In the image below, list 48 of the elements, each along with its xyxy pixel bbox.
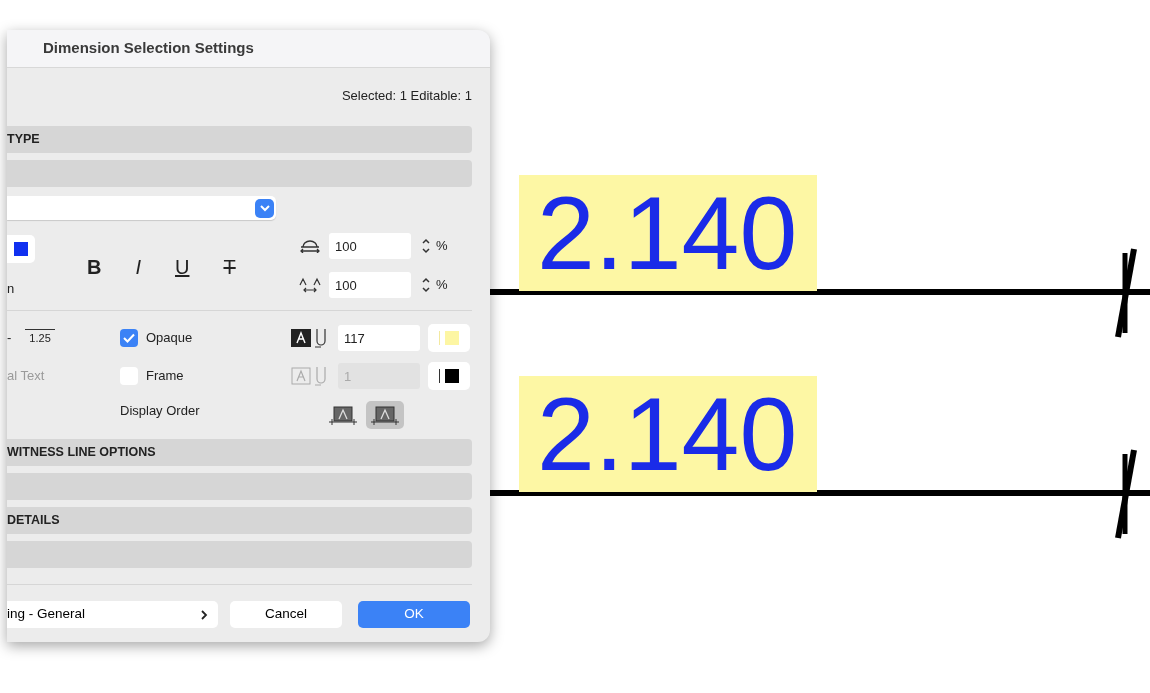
text-box-icon <box>291 329 311 347</box>
cut-label: n <box>7 280 16 298</box>
unit-label: % <box>436 237 448 256</box>
margin-icon <box>315 328 327 348</box>
section-header[interactable]: DETAILS <box>7 507 472 534</box>
text-frame-icon <box>370 405 400 425</box>
text-box-icon <box>291 367 311 385</box>
checkmark-icon <box>123 333 135 343</box>
dimension-text: 2.140 <box>519 376 818 492</box>
letter-spacing-icon <box>299 277 321 293</box>
checkbox-label: Opaque <box>146 329 193 348</box>
number-field[interactable]: 100 <box>329 272 411 298</box>
strikethrough-button[interactable]: T <box>219 252 240 282</box>
stepper-icon[interactable] <box>421 237 431 255</box>
text-height-icon <box>300 239 320 253</box>
dimension-text: 2.140 <box>519 175 818 291</box>
tick-mark-icon <box>1114 448 1138 540</box>
chevron-right-icon <box>201 609 208 620</box>
display-order-button[interactable] <box>366 401 404 429</box>
cut-text: al Text <box>7 368 45 384</box>
cancel-button[interactable]: Cancel <box>230 601 342 628</box>
stepper-icon[interactable] <box>421 276 431 294</box>
unit-label: % <box>436 276 448 295</box>
dropdown-field[interactable] <box>7 196 276 220</box>
checkbox-label: Frame <box>146 367 184 386</box>
selection-info: Selected: 1 Editable: 1 <box>341 87 472 106</box>
color-button[interactable] <box>428 324 470 352</box>
underline-button[interactable]: U <box>171 252 194 282</box>
checkbox[interactable] <box>120 329 138 347</box>
italic-button[interactable]: I <box>131 252 145 282</box>
preset-button[interactable]: ing - General <box>7 601 218 628</box>
tick-mark-icon <box>1114 247 1138 339</box>
bold-button[interactable]: B <box>83 252 106 282</box>
number-field[interactable]: 100 <box>329 233 411 259</box>
margin-icon <box>315 366 327 386</box>
fraction-value: 1.25 <box>25 329 55 347</box>
color-button[interactable] <box>428 362 470 390</box>
display-order-label: Display Order <box>120 402 201 420</box>
color-swatch <box>14 242 28 256</box>
window-title: Dimension Selection Settings <box>43 38 254 59</box>
text-frame-icon <box>328 405 358 425</box>
section-header[interactable]: TYPE <box>7 126 472 153</box>
number-field[interactable]: 117 <box>338 325 420 351</box>
color-button[interactable] <box>7 235 35 263</box>
fraction-prefix: - <box>7 329 12 348</box>
chevron-down-icon <box>259 204 270 212</box>
ok-button[interactable]: OK <box>358 601 470 628</box>
section-header[interactable]: WITNESS LINE OPTIONS <box>7 439 472 466</box>
